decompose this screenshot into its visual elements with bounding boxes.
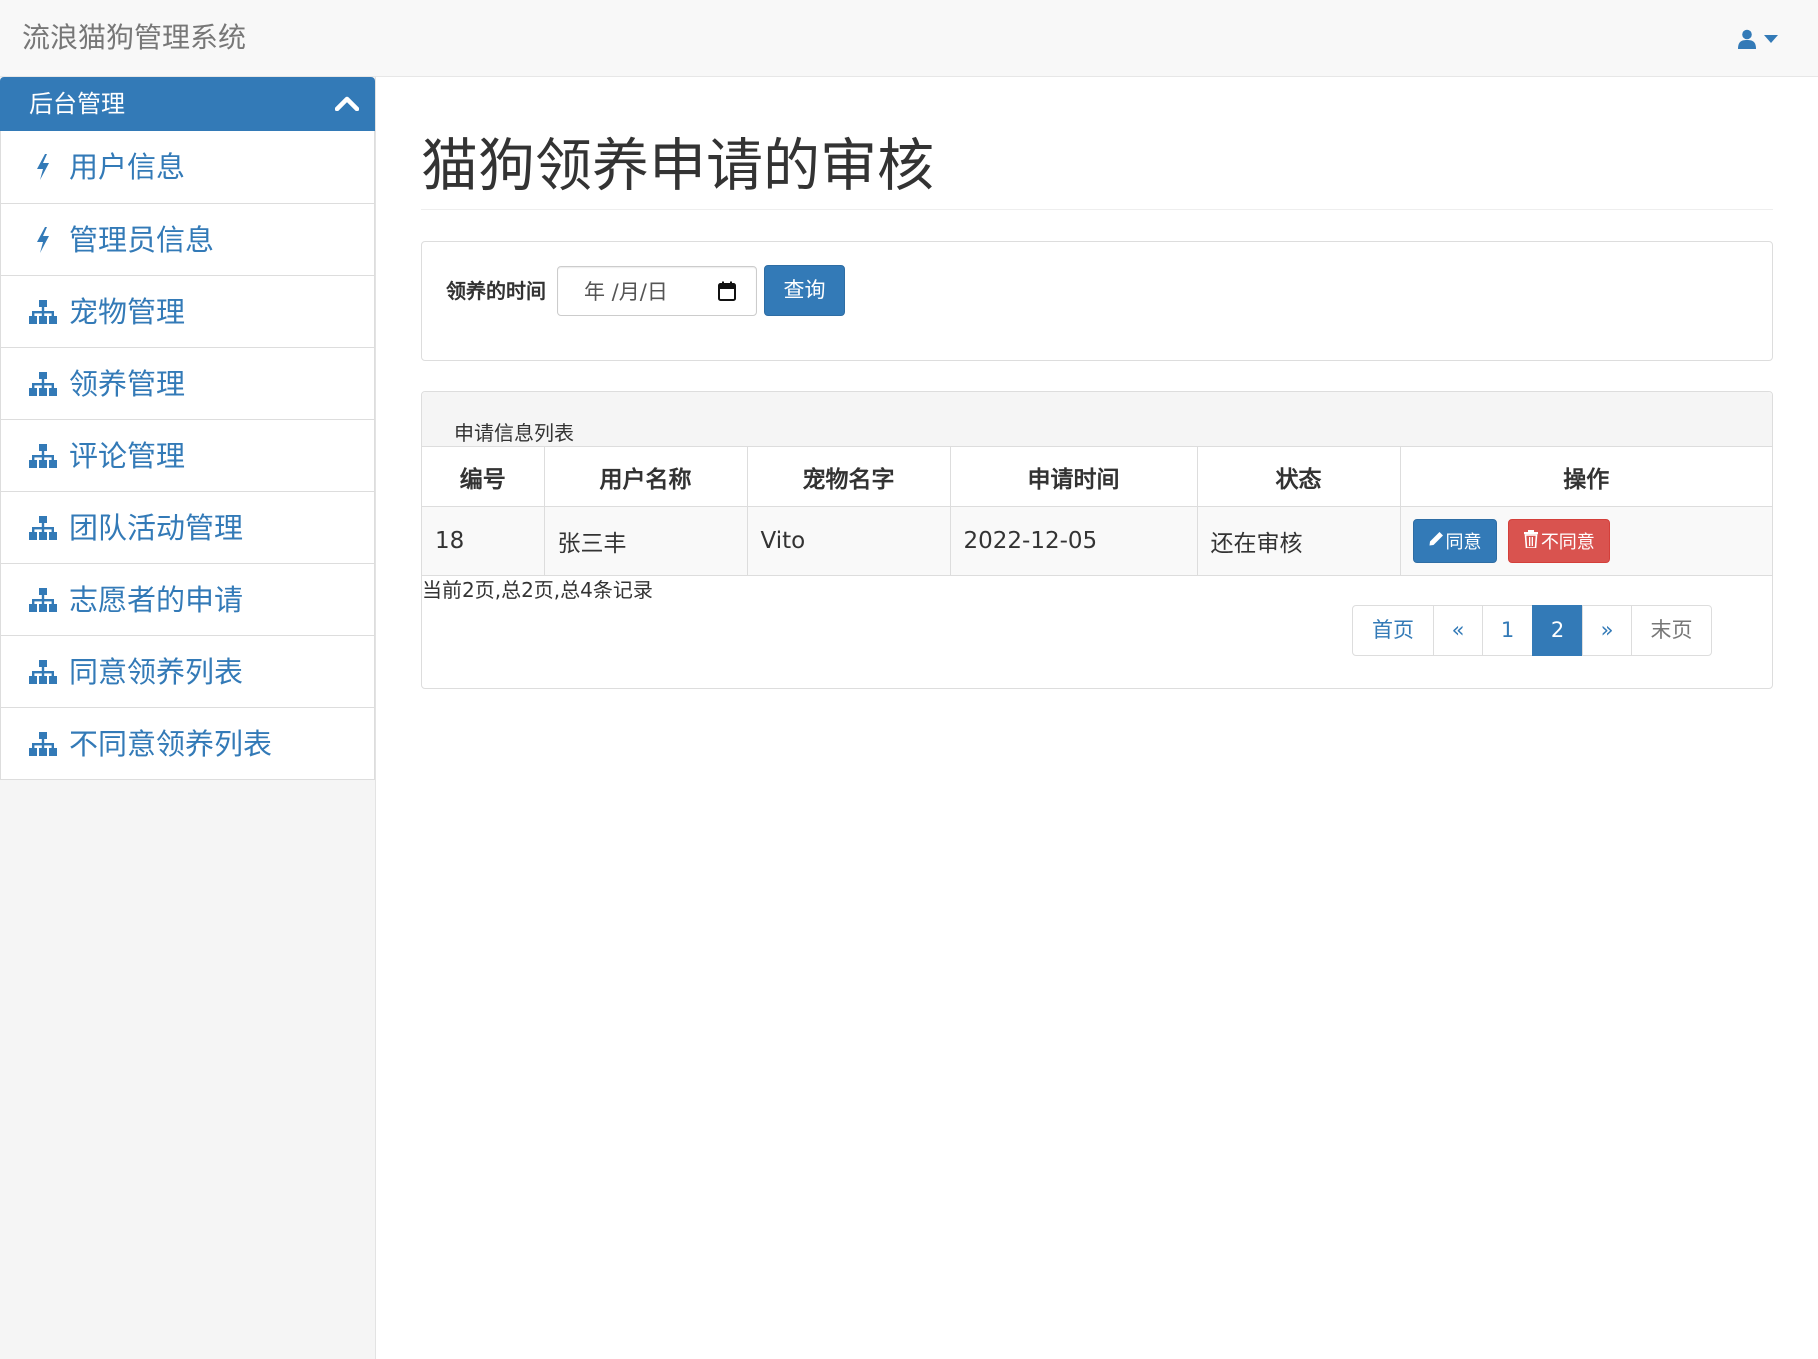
bolt-icon	[29, 227, 57, 253]
sidebar-item-label: 不同意领养列表	[69, 727, 273, 761]
query-button[interactable]: 查询	[764, 265, 845, 316]
sitemap-icon	[29, 444, 57, 468]
bolt-icon	[29, 154, 57, 180]
list-panel-heading	[422, 392, 1772, 446]
column-header-id: 编号	[422, 446, 545, 507]
calendar-icon[interactable]	[718, 281, 736, 305]
adoption-date-input[interactable]: 年 /月/日	[557, 266, 757, 316]
pagination: 首页 « 1 2 » 末页	[1352, 605, 1712, 656]
pagination-page-1[interactable]: 1	[1482, 605, 1533, 656]
sitemap-icon	[29, 660, 57, 684]
cell-user: 张三丰	[543, 506, 748, 576]
sidebar-item-team-activity[interactable]: 团队活动管理	[1, 491, 374, 563]
sidebar-item-label: 管理员信息	[69, 223, 215, 257]
cell-pet: Vito	[746, 506, 951, 576]
list-title: 申请信息列表	[454, 421, 574, 445]
approve-button[interactable]: 同意	[1412, 519, 1497, 563]
trash-icon	[1523, 529, 1541, 553]
pagination-prev[interactable]: «	[1433, 605, 1483, 656]
sitemap-icon	[29, 372, 57, 396]
column-header-pet: 宠物名字	[746, 446, 951, 507]
date-placeholder: 年 /月/日	[584, 280, 668, 304]
page-info: 当前2页,总2页,总4条记录	[422, 578, 653, 602]
pagination-next[interactable]: »	[1582, 605, 1632, 656]
pagination-first[interactable]: 首页	[1352, 605, 1434, 656]
application-list-panel: 申请信息列表 编号 用户名称 宠物名字 申请时间 状态 操作 18 张三丰 Vi…	[421, 391, 1773, 689]
sitemap-icon	[29, 516, 57, 540]
app-title[interactable]: 流浪猫狗管理系统	[22, 20, 246, 56]
user-icon	[1738, 29, 1756, 49]
caret-down-icon	[1764, 35, 1778, 43]
pagination-last[interactable]: 末页	[1631, 605, 1712, 656]
pencil-icon	[1428, 531, 1446, 552]
page-title: 猫狗领养申请的审核	[421, 133, 934, 199]
sitemap-icon	[29, 732, 57, 756]
sidebar-menu: 用户信息 管理员信息 宠物管理 领养管理 评论管理 团队活动管理 志愿者的申请	[0, 131, 375, 780]
table-row: 18 张三丰 Vito 2022-12-05 还在审核 同意 不同意	[422, 506, 1772, 576]
sidebar-item-label: 领养管理	[69, 367, 186, 401]
column-header-actions: 操作	[1399, 446, 1772, 507]
approve-label: 同意	[1445, 532, 1482, 553]
sidebar-item-label: 用户信息	[69, 150, 186, 184]
reject-label: 不同意	[1540, 532, 1595, 553]
sidebar-item-adoption-management[interactable]: 领养管理	[1, 347, 374, 419]
sidebar-item-user-info[interactable]: 用户信息	[1, 131, 374, 203]
adoption-date-label: 领养的时间	[446, 279, 546, 303]
chevron-up-icon	[334, 95, 360, 115]
user-menu-button[interactable]	[1738, 26, 1784, 52]
sidebar-item-pet-management[interactable]: 宠物管理	[1, 275, 374, 347]
sidebar-item-comment-management[interactable]: 评论管理	[1, 419, 374, 491]
sidebar-item-label: 同意领养列表	[69, 655, 244, 689]
cell-actions: 同意 不同意	[1399, 506, 1772, 576]
sidebar-item-label: 评论管理	[69, 439, 186, 473]
top-navbar: 流浪猫狗管理系统	[0, 0, 1818, 77]
sidebar: 后台管理 用户信息 管理员信息 宠物管理 领养管理 评论管理 团队活动管理 志愿…	[0, 77, 376, 1359]
cell-status: 还在审核	[1196, 506, 1401, 576]
table-header-row: 编号 用户名称 宠物名字 申请时间 状态 操作	[422, 446, 1772, 507]
cell-date: 2022-12-05	[949, 506, 1198, 576]
cell-id: 18	[422, 506, 545, 576]
title-divider	[421, 209, 1773, 210]
pagination-page-2[interactable]: 2	[1532, 605, 1583, 656]
sidebar-item-label: 志愿者的申请	[69, 583, 244, 617]
sidebar-item-label: 宠物管理	[69, 295, 186, 329]
column-header-date: 申请时间	[949, 446, 1198, 507]
search-panel: 领养的时间 年 /月/日 查询	[421, 241, 1773, 361]
column-header-user: 用户名称	[543, 446, 748, 507]
sidebar-item-approved-adoptions[interactable]: 同意领养列表	[1, 635, 374, 707]
sidebar-item-rejected-adoptions[interactable]: 不同意领养列表	[1, 707, 374, 779]
sidebar-header-toggle[interactable]: 后台管理	[0, 77, 375, 131]
sidebar-item-admin-info[interactable]: 管理员信息	[1, 203, 374, 275]
sidebar-header-label: 后台管理	[29, 90, 125, 118]
sidebar-item-label: 团队活动管理	[69, 511, 244, 545]
sitemap-icon	[29, 588, 57, 612]
reject-button[interactable]: 不同意	[1507, 519, 1610, 563]
column-header-status: 状态	[1196, 446, 1401, 507]
sidebar-item-volunteer-applications[interactable]: 志愿者的申请	[1, 563, 374, 635]
application-table: 编号 用户名称 宠物名字 申请时间 状态 操作 18 张三丰 Vito 2022…	[422, 446, 1772, 576]
sitemap-icon	[29, 300, 57, 324]
